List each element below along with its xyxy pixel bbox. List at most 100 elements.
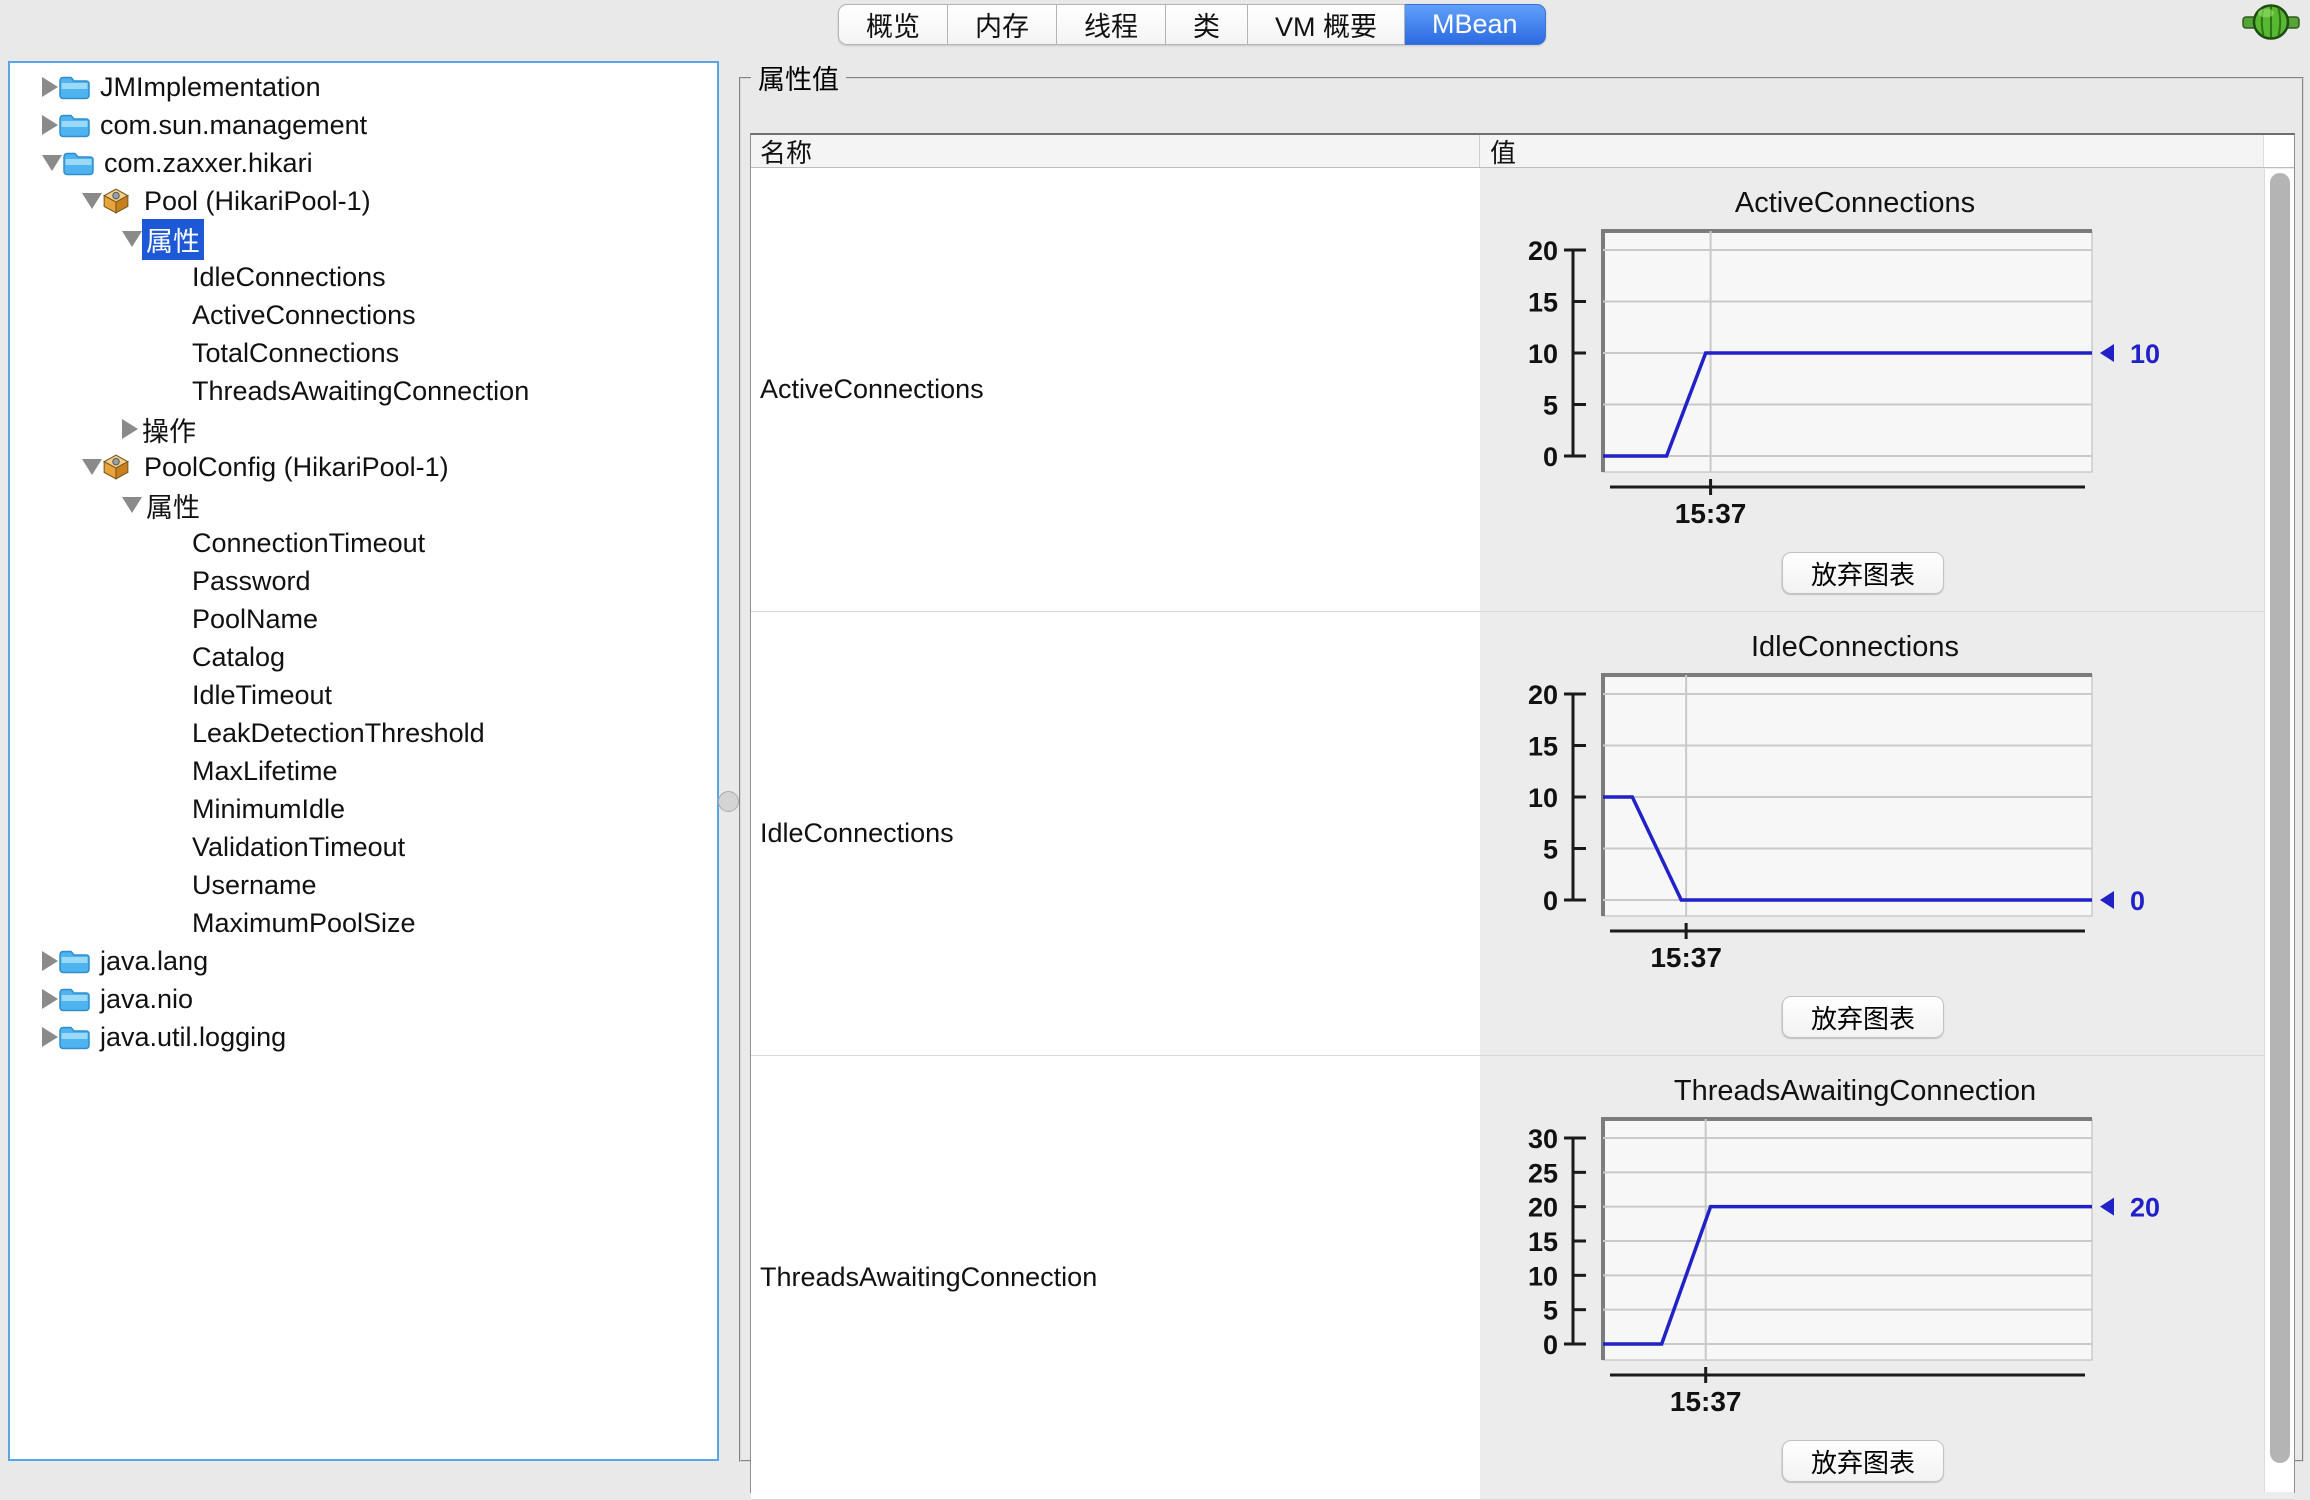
tree-item-MaximumPoolSize[interactable]: MaximumPoolSize	[10, 904, 717, 942]
tab-MBean[interactable]: MBean	[1405, 4, 1546, 45]
tree-item-label: ValidationTimeout	[188, 831, 409, 864]
tab-label: 类	[1193, 5, 1220, 44]
tree-item-TotalConnections[interactable]: TotalConnections	[10, 334, 717, 372]
tree-item-label: java.nio	[96, 983, 197, 1016]
divider-handle[interactable]	[718, 791, 739, 812]
tree-item-PoolConfig (HikariPool-1)[interactable]: PoolConfig (HikariPool-1)	[10, 448, 717, 486]
tree-item-label: PoolName	[188, 603, 322, 636]
expander-collapsed-icon[interactable]	[122, 419, 138, 439]
attribute-name-cell: ActiveConnections	[751, 168, 1480, 611]
tree-item-label: MinimumIdle	[188, 793, 349, 826]
tree-item-label: JMImplementation	[96, 71, 325, 104]
tree-item-label: TotalConnections	[188, 337, 403, 370]
tree-item-LeakDetectionThreshold[interactable]: LeakDetectionThreshold	[10, 714, 717, 752]
tree-item-JMImplementation[interactable]: JMImplementation	[10, 68, 717, 106]
tree-item-label: com.sun.management	[96, 109, 371, 142]
discard-chart-button[interactable]: 放弃图表	[1782, 996, 1944, 1038]
tree-item-ThreadsAwaitingConnection[interactable]: ThreadsAwaitingConnection	[10, 372, 717, 410]
tree-item-MinimumIdle[interactable]: MinimumIdle	[10, 790, 717, 828]
attribute-value-cell: ThreadsAwaitingConnection05101520253015:…	[1480, 1056, 2294, 1499]
discard-chart-button[interactable]: 放弃图表	[1782, 1440, 1944, 1482]
svg-text:5: 5	[1543, 1296, 1558, 1326]
expander-collapsed-icon[interactable]	[42, 951, 58, 971]
attribute-table-header: 名称 值	[751, 135, 2294, 168]
tree-item-label: java.lang	[96, 945, 212, 978]
svg-text:10: 10	[1528, 1261, 1558, 1291]
svg-text:30: 30	[1528, 1124, 1558, 1154]
attribute-table-row: IdleConnections IdleConnections051015201…	[751, 612, 2294, 1056]
tree-item-label: PoolConfig (HikariPool-1)	[140, 451, 453, 484]
header-corner	[2264, 135, 2294, 167]
attribute-values-title: 属性值	[751, 58, 846, 97]
tree-item-label: ActiveConnections	[188, 299, 420, 332]
value-column-header[interactable]: 值	[1480, 135, 2264, 167]
split-pane-divider[interactable]	[719, 61, 739, 1454]
svg-text:5: 5	[1543, 835, 1558, 865]
chart-title: ActiveConnections	[1735, 187, 1975, 219]
tree-item-ValidationTimeout[interactable]: ValidationTimeout	[10, 828, 717, 866]
current-value-label: 20	[2130, 1193, 2160, 1223]
svg-text:5: 5	[1543, 391, 1558, 421]
attribute-name: ActiveConnections	[760, 374, 984, 405]
tree-item-ActiveConnections[interactable]: ActiveConnections	[10, 296, 717, 334]
tree-item-Password[interactable]: Password	[10, 562, 717, 600]
tree-item-java.lang[interactable]: java.lang	[10, 942, 717, 980]
current-value-label: 10	[2130, 339, 2160, 369]
attribute-name-cell: IdleConnections	[751, 612, 1480, 1055]
tree-item-label: ConnectionTimeout	[188, 527, 429, 560]
tab-label: 概览	[866, 5, 920, 44]
tab-bar: 概览 内存 线程 类 VM 概要 MBean	[838, 4, 1546, 45]
svg-text:0: 0	[1543, 886, 1558, 916]
expander-collapsed-icon[interactable]	[42, 77, 58, 97]
tab-内存[interactable]: 内存	[948, 4, 1057, 45]
tree-item-label: IdleConnections	[188, 261, 390, 294]
tab-概览[interactable]: 概览	[838, 4, 948, 45]
expander-expanded-icon[interactable]	[122, 231, 142, 247]
expander-collapsed-icon[interactable]	[42, 115, 58, 135]
tree-item-IdleTimeout[interactable]: IdleTimeout	[10, 676, 717, 714]
tree-item-Pool (HikariPool-1)[interactable]: Pool (HikariPool-1)	[10, 182, 717, 220]
vertical-scrollbar[interactable]	[2264, 169, 2294, 1492]
attribute-chart: ThreadsAwaitingConnection05101520253015:…	[1480, 1056, 2223, 1500]
tab-线程[interactable]: 线程	[1057, 4, 1166, 45]
folder-icon	[58, 986, 96, 1013]
name-column-header[interactable]: 名称	[751, 135, 1480, 167]
tree-item-com.zaxxer.hikari[interactable]: com.zaxxer.hikari	[10, 144, 717, 182]
svg-text:0: 0	[1543, 442, 1558, 472]
tree-item-Username[interactable]: Username	[10, 866, 717, 904]
expander-expanded-icon[interactable]	[42, 155, 62, 171]
connection-status-icon	[2242, 1, 2300, 48]
tab-label: VM 概要	[1275, 5, 1377, 44]
expander-expanded-icon[interactable]	[122, 497, 142, 513]
tree-item-PoolName[interactable]: PoolName	[10, 600, 717, 638]
tab-类[interactable]: 类	[1166, 4, 1248, 45]
tab-VM 概要[interactable]: VM 概要	[1248, 4, 1405, 45]
tree-item-属性[interactable]: 属性	[10, 220, 717, 258]
svg-text:10: 10	[1528, 783, 1558, 813]
scrollbar-thumb[interactable]	[2270, 173, 2290, 1463]
chart-title: IdleConnections	[1751, 631, 1959, 663]
svg-text:15: 15	[1528, 288, 1558, 318]
attribute-value-cell: IdleConnections0510152015:370 放弃图表	[1480, 612, 2294, 1055]
tree-item-ConnectionTimeout[interactable]: ConnectionTimeout	[10, 524, 717, 562]
svg-text:0: 0	[1543, 1330, 1558, 1360]
tree-item-操作[interactable]: 操作	[10, 410, 717, 448]
expander-collapsed-icon[interactable]	[42, 989, 58, 1009]
tree-item-java.nio[interactable]: java.nio	[10, 980, 717, 1018]
tree-item-java.util.logging[interactable]: java.util.logging	[10, 1018, 717, 1056]
svg-text:20: 20	[1528, 680, 1558, 710]
mbean-tree[interactable]: JMImplementation com.sun.management com.…	[8, 61, 719, 1461]
tree-item-IdleConnections[interactable]: IdleConnections	[10, 258, 717, 296]
svg-text:20: 20	[1528, 1193, 1558, 1223]
tree-item-属性[interactable]: 属性	[10, 486, 717, 524]
tree-item-com.sun.management[interactable]: com.sun.management	[10, 106, 717, 144]
attribute-values-panel: 属性值 名称 值 ActiveConnections ActiveConnect…	[739, 58, 2304, 1462]
expander-expanded-icon[interactable]	[82, 193, 102, 209]
expander-collapsed-icon[interactable]	[42, 1027, 58, 1047]
tree-item-label: com.zaxxer.hikari	[100, 147, 317, 180]
tree-item-MaxLifetime[interactable]: MaxLifetime	[10, 752, 717, 790]
tree-item-Catalog[interactable]: Catalog	[10, 638, 717, 676]
tab-label: 线程	[1084, 5, 1138, 44]
discard-chart-button[interactable]: 放弃图表	[1782, 552, 1944, 594]
expander-expanded-icon[interactable]	[82, 459, 102, 475]
